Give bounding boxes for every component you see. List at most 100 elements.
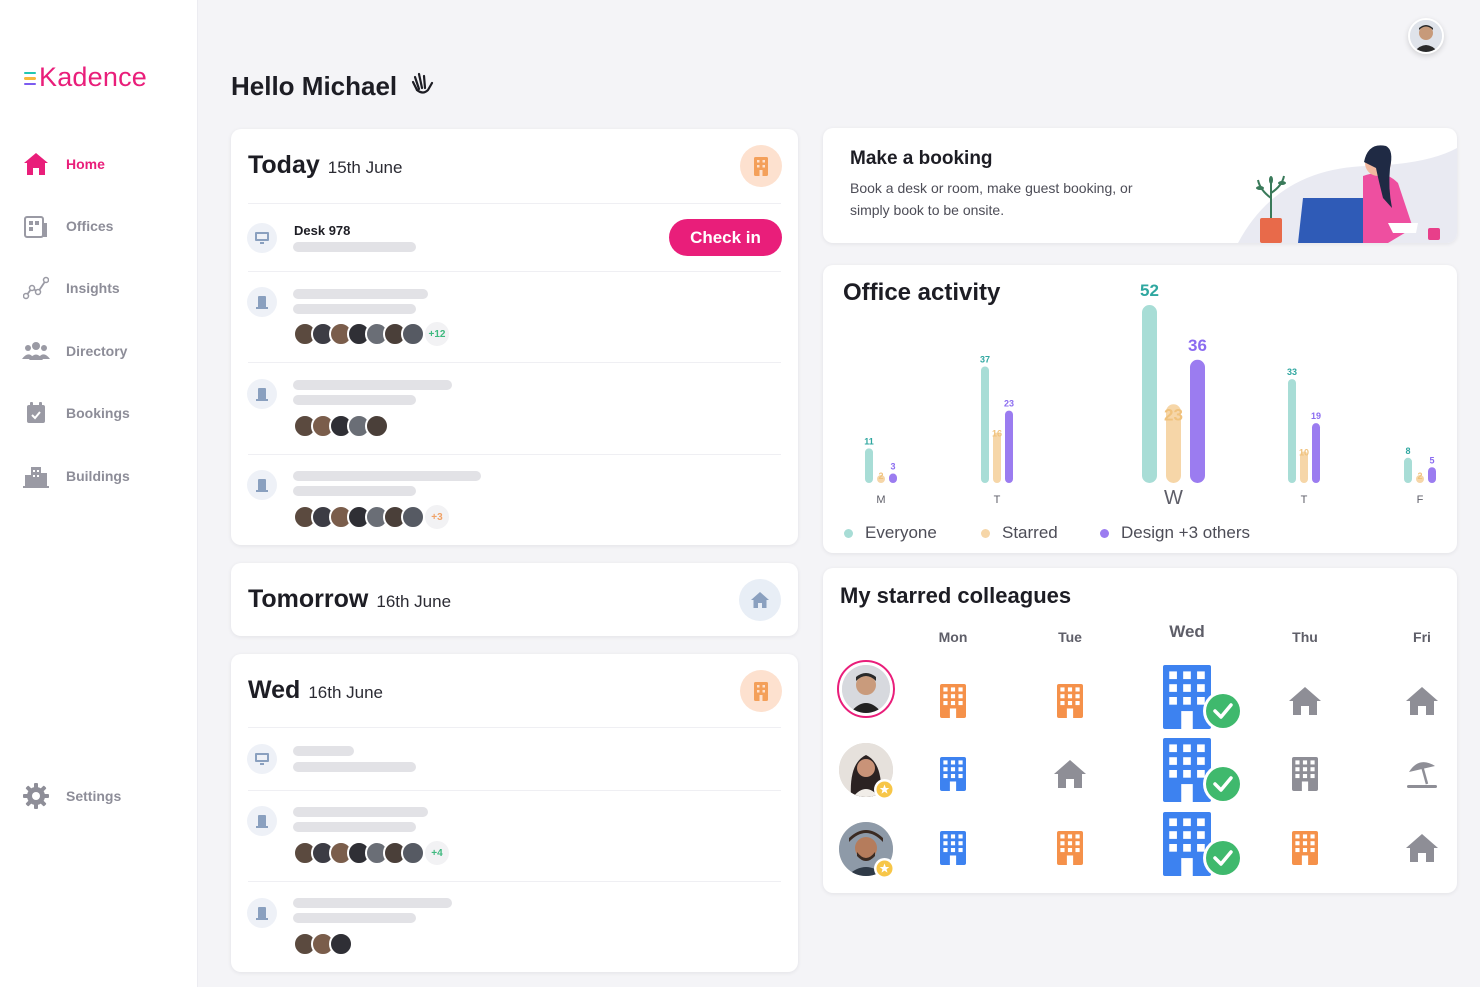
- sidebar-item-offices[interactable]: Offices: [22, 212, 113, 240]
- room-door-icon: [247, 379, 277, 409]
- placeholder-line: [293, 304, 416, 314]
- orange-office-icon[interactable]: [1292, 831, 1318, 865]
- bar-design-4: [1428, 467, 1436, 483]
- wed-heading: Wed 16th June: [248, 676, 383, 705]
- day-label: Today: [248, 151, 320, 179]
- x-tick-label: M: [876, 494, 885, 506]
- attendee-avatars[interactable]: [293, 932, 353, 956]
- today-heading: Today 15th June: [248, 151, 402, 180]
- day-label: Tomorrow: [248, 585, 369, 613]
- blue-office-icon[interactable]: [940, 831, 966, 865]
- x-tick-label: F: [1417, 494, 1424, 506]
- logo-mark-icon: [24, 71, 36, 86]
- placeholder-line: [293, 486, 416, 496]
- check-in-button[interactable]: Check in: [669, 219, 782, 256]
- blue-office-checked-icon[interactable]: [1163, 812, 1243, 880]
- bar-everyone-0: [865, 448, 873, 483]
- sidebar-item-directory[interactable]: Directory: [22, 337, 127, 365]
- legend-dot: [1100, 528, 1109, 538]
- placeholder-line: [293, 822, 416, 832]
- sidebar-item-buildings[interactable]: Buildings: [22, 462, 130, 490]
- attendee-avatars[interactable]: +4: [293, 839, 451, 867]
- extra-count-badge: +3: [423, 503, 451, 531]
- avatar: [365, 414, 389, 438]
- orange-office-icon[interactable]: [1057, 831, 1083, 865]
- room-door-icon: [247, 287, 277, 317]
- sidebar-item-label: Insights: [66, 280, 120, 296]
- room-door-icon: [247, 898, 277, 928]
- insights-icon: [22, 274, 50, 302]
- placeholder-line: [293, 289, 428, 299]
- home-icon[interactable]: [1288, 686, 1322, 716]
- kadence-logo[interactable]: Kadence: [24, 62, 147, 93]
- divider: [248, 362, 781, 363]
- sidebar-item-home[interactable]: Home: [22, 150, 105, 178]
- greeting-text: Hello Michael: [231, 71, 398, 101]
- legend-label: Everyone: [865, 523, 937, 542]
- home-icon[interactable]: [1053, 759, 1087, 789]
- legend-item-starred: Starred: [981, 523, 1058, 543]
- sidebar-item-insights[interactable]: Insights: [22, 274, 120, 302]
- data-label: 16: [992, 429, 1002, 439]
- sidebar: Kadence Home Offices Insights Directory …: [0, 0, 198, 987]
- blue-office-icon[interactable]: [940, 757, 966, 791]
- sidebar-item-label: Home: [66, 156, 105, 172]
- booking-description: Book a desk or room, make guest booking,…: [850, 180, 1133, 218]
- waving-hand-icon: [409, 70, 435, 103]
- star-badge-icon: [874, 779, 895, 800]
- wed-card: Wed 16th June +4: [231, 654, 798, 972]
- divider: [248, 790, 781, 791]
- user-avatar[interactable]: [1408, 18, 1444, 54]
- sidebar-item-bookings[interactable]: Bookings: [22, 399, 130, 427]
- make-booking-card[interactable]: Make a booking Book a desk or room, make…: [823, 128, 1457, 243]
- orange-office-icon[interactable]: [940, 684, 966, 718]
- tomorrow-heading: Tomorrow 16th June: [248, 585, 451, 614]
- beach-umbrella-icon[interactable]: [1405, 758, 1439, 790]
- starred-colleagues-title: My starred colleagues: [840, 583, 1072, 608]
- colleague-avatar-1[interactable]: [837, 660, 895, 718]
- orange-office-icon[interactable]: [1057, 684, 1083, 718]
- avatar: [401, 841, 425, 865]
- blue-office-checked-icon[interactable]: [1163, 738, 1243, 806]
- logo-text: Kadence: [39, 62, 147, 92]
- placeholder-line: [293, 913, 416, 923]
- attendee-avatars[interactable]: +12: [293, 320, 451, 348]
- office-building-icon[interactable]: [740, 145, 782, 187]
- blue-office-checked-icon[interactable]: [1163, 665, 1243, 733]
- home-icon[interactable]: [1405, 833, 1439, 863]
- placeholder-line: [293, 762, 416, 772]
- data-label: 5: [1429, 455, 1434, 465]
- home-icon[interactable]: [739, 579, 781, 621]
- placeholder-line: [293, 380, 452, 390]
- data-label: 33: [1287, 367, 1297, 377]
- divider: [248, 271, 781, 272]
- divider: [248, 727, 781, 728]
- avatar: [401, 322, 425, 346]
- home-icon[interactable]: [1405, 686, 1439, 716]
- data-label: 3: [890, 462, 895, 472]
- room-door-icon: [247, 806, 277, 836]
- sidebar-item-settings[interactable]: Settings: [22, 782, 121, 810]
- bookings-icon: [22, 399, 50, 427]
- tomorrow-card[interactable]: Tomorrow 16th June: [231, 563, 798, 636]
- attendee-avatars[interactable]: [293, 414, 389, 438]
- avatar: [329, 932, 353, 956]
- data-label: 2: [878, 471, 883, 481]
- booking-illustration: [1238, 145, 1457, 243]
- date-label: 16th June: [308, 683, 384, 702]
- placeholder-line: [293, 807, 428, 817]
- extra-count-badge: +4: [423, 839, 451, 867]
- attendee-avatars[interactable]: +3: [293, 503, 451, 531]
- sidebar-item-label: Offices: [66, 218, 114, 234]
- bar-everyone-2: [1142, 305, 1157, 483]
- grey-office-icon[interactable]: [1292, 757, 1318, 791]
- sidebar-item-label: Directory: [66, 343, 128, 359]
- bar-everyone-1: [981, 366, 989, 483]
- legend-item-everyone: Everyone: [844, 523, 937, 543]
- office-building-icon[interactable]: [740, 670, 782, 712]
- bar-design-1: [1005, 410, 1013, 483]
- desk-label: Desk 978: [294, 223, 351, 238]
- data-label: 2: [1417, 471, 1422, 481]
- sidebar-item-label: Buildings: [66, 468, 130, 484]
- x-tick-label: W: [1164, 487, 1183, 509]
